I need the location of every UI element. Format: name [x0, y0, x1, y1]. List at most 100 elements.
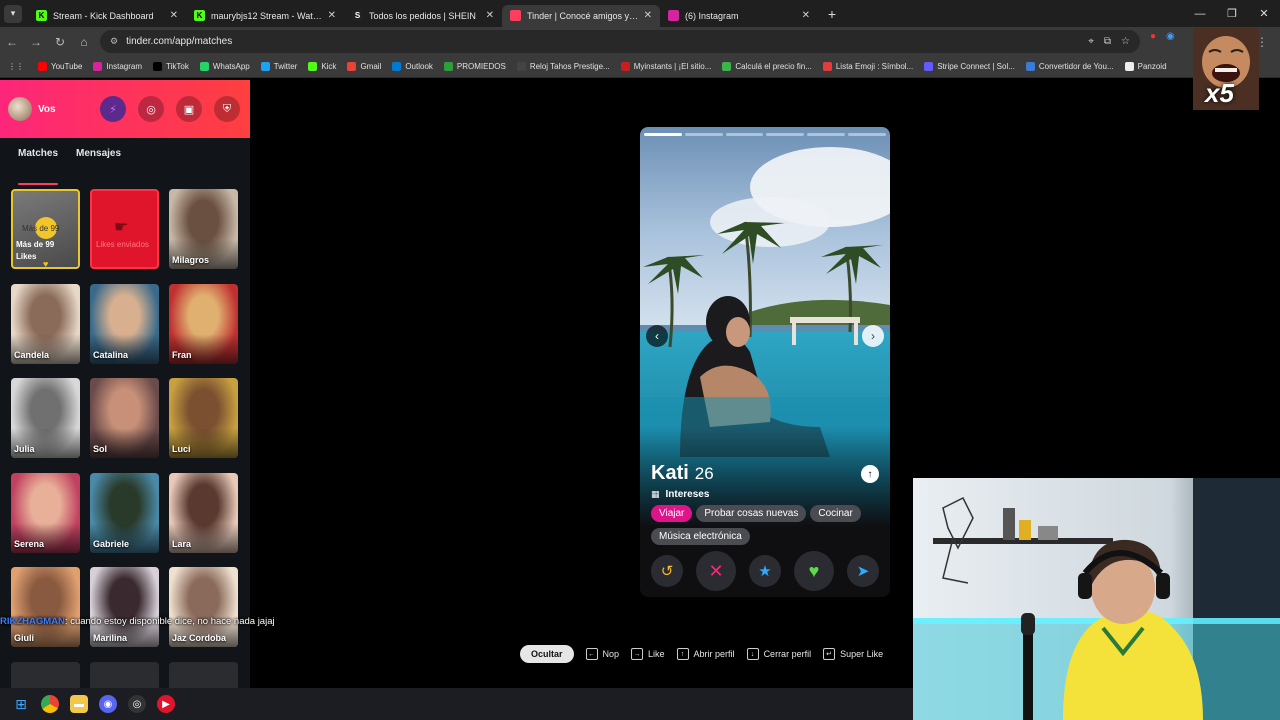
like-button[interactable]: ♥ [794, 551, 834, 591]
nope-button[interactable]: ✕ [696, 551, 736, 591]
minimize-icon[interactable]: — [1184, 8, 1216, 20]
match-card[interactable] [11, 661, 80, 688]
reload-icon[interactable]: ↻ [48, 35, 72, 49]
rewind-button[interactable]: ↺ [651, 555, 683, 587]
media-player-icon[interactable]: ▶ [157, 695, 175, 713]
browser-tab[interactable]: Tinder | Conocé amigos y gente ✕ [502, 4, 660, 27]
bookmark-label: TikTok [166, 62, 189, 71]
bookmark-label: Convertidor de You... [1038, 62, 1114, 71]
match-card[interactable]: Milagros [169, 189, 238, 269]
boost-icon[interactable]: ⚡ [100, 96, 126, 122]
match-card[interactable]: Sol [90, 378, 159, 458]
back-icon[interactable]: ← [0, 35, 24, 49]
open-profile-button[interactable]: ↑ [861, 465, 879, 483]
bookmark-item[interactable]: Reloj Tahos Prestige... [516, 62, 610, 71]
briefcase-icon[interactable]: ▣ [176, 96, 202, 122]
previous-photo-button[interactable]: ‹ [646, 325, 668, 347]
hand-icon: ☛ [114, 219, 129, 236]
match-card[interactable]: Marilina [90, 567, 159, 647]
bookmark-item[interactable]: PROMIEDOS [443, 62, 506, 71]
match-card[interactable]: Fran [169, 283, 238, 364]
match-card[interactable]: Catalina [90, 283, 159, 364]
bookmark-favicon [822, 62, 832, 71]
apps-icon[interactable]: ⋮⋮ [8, 62, 24, 71]
bookmark-item[interactable]: Twitter [260, 62, 297, 71]
photo-progress-segment[interactable] [807, 133, 846, 136]
location-icon[interactable]: ⌖ [1088, 36, 1094, 47]
match-card[interactable]: Julia [11, 378, 80, 458]
match-card[interactable]: Luci [169, 378, 238, 458]
photo-progress-segment[interactable] [644, 133, 682, 136]
match-card[interactable] [169, 661, 238, 688]
forward-icon[interactable]: → [24, 35, 48, 49]
bookmark-favicon [516, 62, 526, 71]
bookmark-item[interactable]: Panzoid [1124, 62, 1167, 71]
close-tab-icon[interactable]: ✕ [802, 10, 810, 21]
bookmark-item[interactable]: Calculá el precio fin... [722, 62, 812, 71]
explore-icon[interactable]: ◎ [138, 96, 164, 122]
match-card[interactable]: Candela [11, 283, 80, 364]
bookmark-item[interactable]: Myinstants | ¡El sitio... [620, 62, 711, 71]
boost-send-button[interactable]: ➤ [847, 555, 879, 587]
shield-icon[interactable]: ⛨ [214, 96, 240, 122]
windows-start-icon[interactable]: ⊞ [12, 695, 30, 713]
match-card[interactable]: Giuli [11, 567, 80, 647]
url-input[interactable]: ⚙ tinder.com/app/matches ⌖ ⧉ ☆ [100, 30, 1140, 53]
install-app-icon[interactable]: ⧉ [1104, 36, 1111, 47]
bookmark-item[interactable]: Kick [308, 62, 336, 71]
bookmark-item[interactable]: Gmail [347, 62, 381, 71]
bookmark-item[interactable]: Outlook [392, 62, 433, 71]
bookmark-favicon [347, 62, 357, 71]
close-tab-icon[interactable]: ✕ [486, 10, 494, 21]
tab-matches[interactable]: Matches [18, 148, 59, 185]
close-window-icon[interactable]: ✕ [1248, 7, 1280, 20]
match-card[interactable]: Lara [169, 472, 238, 553]
super-like-button[interactable]: ★ [749, 555, 781, 587]
new-tab-button[interactable]: + [822, 6, 842, 22]
likes-you-card[interactable]: Más de 99 Más de 99 Likes ♥ [11, 189, 80, 269]
bookmark-label: Outlook [405, 62, 433, 71]
tab-mensajes[interactable]: Mensajes [76, 148, 121, 178]
bookmark-item[interactable]: WhatsApp [199, 62, 250, 71]
close-tab-icon[interactable]: ✕ [170, 10, 178, 21]
restore-icon[interactable]: ❐ [1216, 7, 1248, 20]
site-info-icon[interactable]: ⚙ [110, 36, 118, 47]
bookmark-item[interactable]: YouTube [38, 62, 82, 71]
bookmark-item[interactable]: TikTok [153, 62, 189, 71]
likes-sent-card[interactable]: ☛ Likes enviados [90, 189, 159, 269]
match-card[interactable] [90, 661, 159, 688]
extension-cast-icon[interactable]: ◉ [1166, 31, 1175, 42]
photo-progress-segment[interactable] [684, 133, 723, 136]
match-card[interactable]: Jaz Cordoba [169, 567, 238, 647]
browser-tab[interactable]: (6) Instagram ✕ [660, 5, 818, 27]
extension-red-icon[interactable]: ● [1150, 31, 1156, 42]
hide-shortcuts-button[interactable]: Ocultar [520, 645, 574, 663]
browser-tab[interactable]: Kmaurybjs12 Stream - Watch Live ✕ [186, 5, 344, 27]
photo-progress-segment[interactable] [766, 133, 805, 136]
photo-progress-segment[interactable] [848, 133, 886, 136]
bookmark-item[interactable]: Lista Emoji : Símbol... [822, 62, 913, 71]
photo-progress-segment[interactable] [725, 133, 764, 136]
profile-card[interactable]: ‹ › Kati 26 ↑ ▦ Intereses Viajar Probar c… [640, 127, 890, 597]
match-name: Luci [172, 444, 191, 454]
next-photo-button[interactable]: › [862, 325, 884, 347]
close-tab-icon[interactable]: ✕ [328, 10, 336, 21]
os-taskbar: ⊞ ▬ ◉ ◎ ▶ [0, 688, 913, 720]
close-tab-icon[interactable]: ✕ [644, 10, 652, 21]
match-card[interactable]: Serena [11, 472, 80, 553]
chrome-icon[interactable] [41, 695, 59, 713]
avatar[interactable] [8, 97, 32, 121]
bookmark-item[interactable]: Stripe Connect | Sol... [924, 62, 1015, 71]
discord-icon[interactable]: ◉ [99, 695, 117, 713]
bookmark-star-icon[interactable]: ☆ [1121, 36, 1130, 47]
file-explorer-icon[interactable]: ▬ [70, 695, 88, 713]
home-icon[interactable]: ⌂ [72, 35, 96, 49]
bookmark-item[interactable]: Convertidor de You... [1025, 62, 1114, 71]
match-card[interactable]: Gabriele [90, 472, 159, 553]
bookmark-item[interactable]: Instagram [93, 62, 142, 71]
browser-tab[interactable]: S Todos los pedidos | SHEIN ✕ [344, 5, 502, 27]
browser-tab[interactable]: K Stream - Kick Dashboard ✕ [28, 5, 186, 27]
tab-search-button[interactable]: ▾ [4, 4, 22, 23]
obs-icon[interactable]: ◎ [128, 695, 146, 713]
user-label[interactable]: Vos [38, 104, 56, 115]
